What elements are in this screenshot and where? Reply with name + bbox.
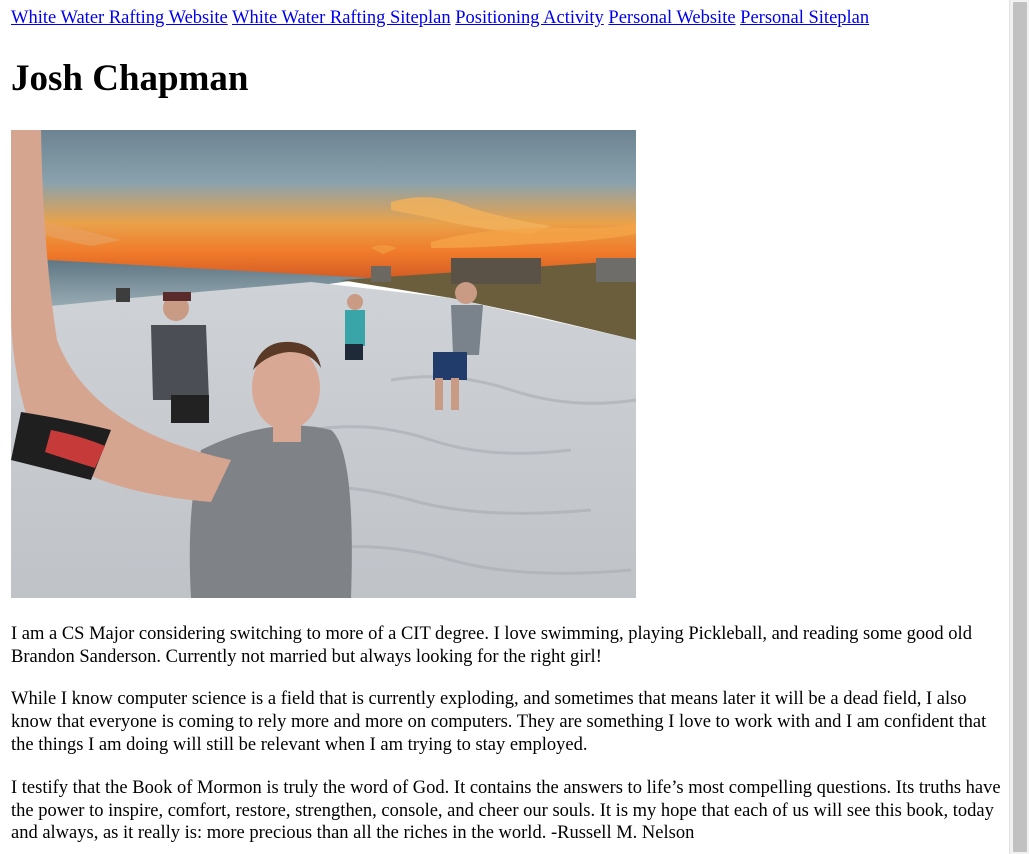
- page-title: Josh Chapman: [11, 57, 249, 99]
- paragraph-testimony: I testify that the Book of Mormon is tru…: [11, 777, 1001, 844]
- beach-selfie-photo: [11, 129, 636, 598]
- vertical-scrollbar[interactable]: [1009, 0, 1029, 854]
- nav-link-positioning-activity[interactable]: Positioning Activity: [455, 8, 604, 28]
- paragraph-computer-science: While I know computer science is a field…: [11, 689, 987, 755]
- nav-link-rafting-website[interactable]: White Water Rafting Website: [11, 8, 228, 28]
- nav-link-rafting-siteplan[interactable]: White Water Rafting Siteplan: [232, 8, 451, 28]
- scrollbar-thumb[interactable]: [1013, 2, 1027, 852]
- nav-link-personal-siteplan[interactable]: Personal Siteplan: [740, 8, 869, 28]
- page-content: White Water Rafting Website White Water …: [11, 0, 1001, 845]
- top-nav: White Water Rafting Website White Water …: [11, 7, 1001, 30]
- paragraph-about: I am a CS Major considering switching to…: [11, 623, 972, 667]
- nav-link-personal-website[interactable]: Personal Website: [608, 8, 735, 28]
